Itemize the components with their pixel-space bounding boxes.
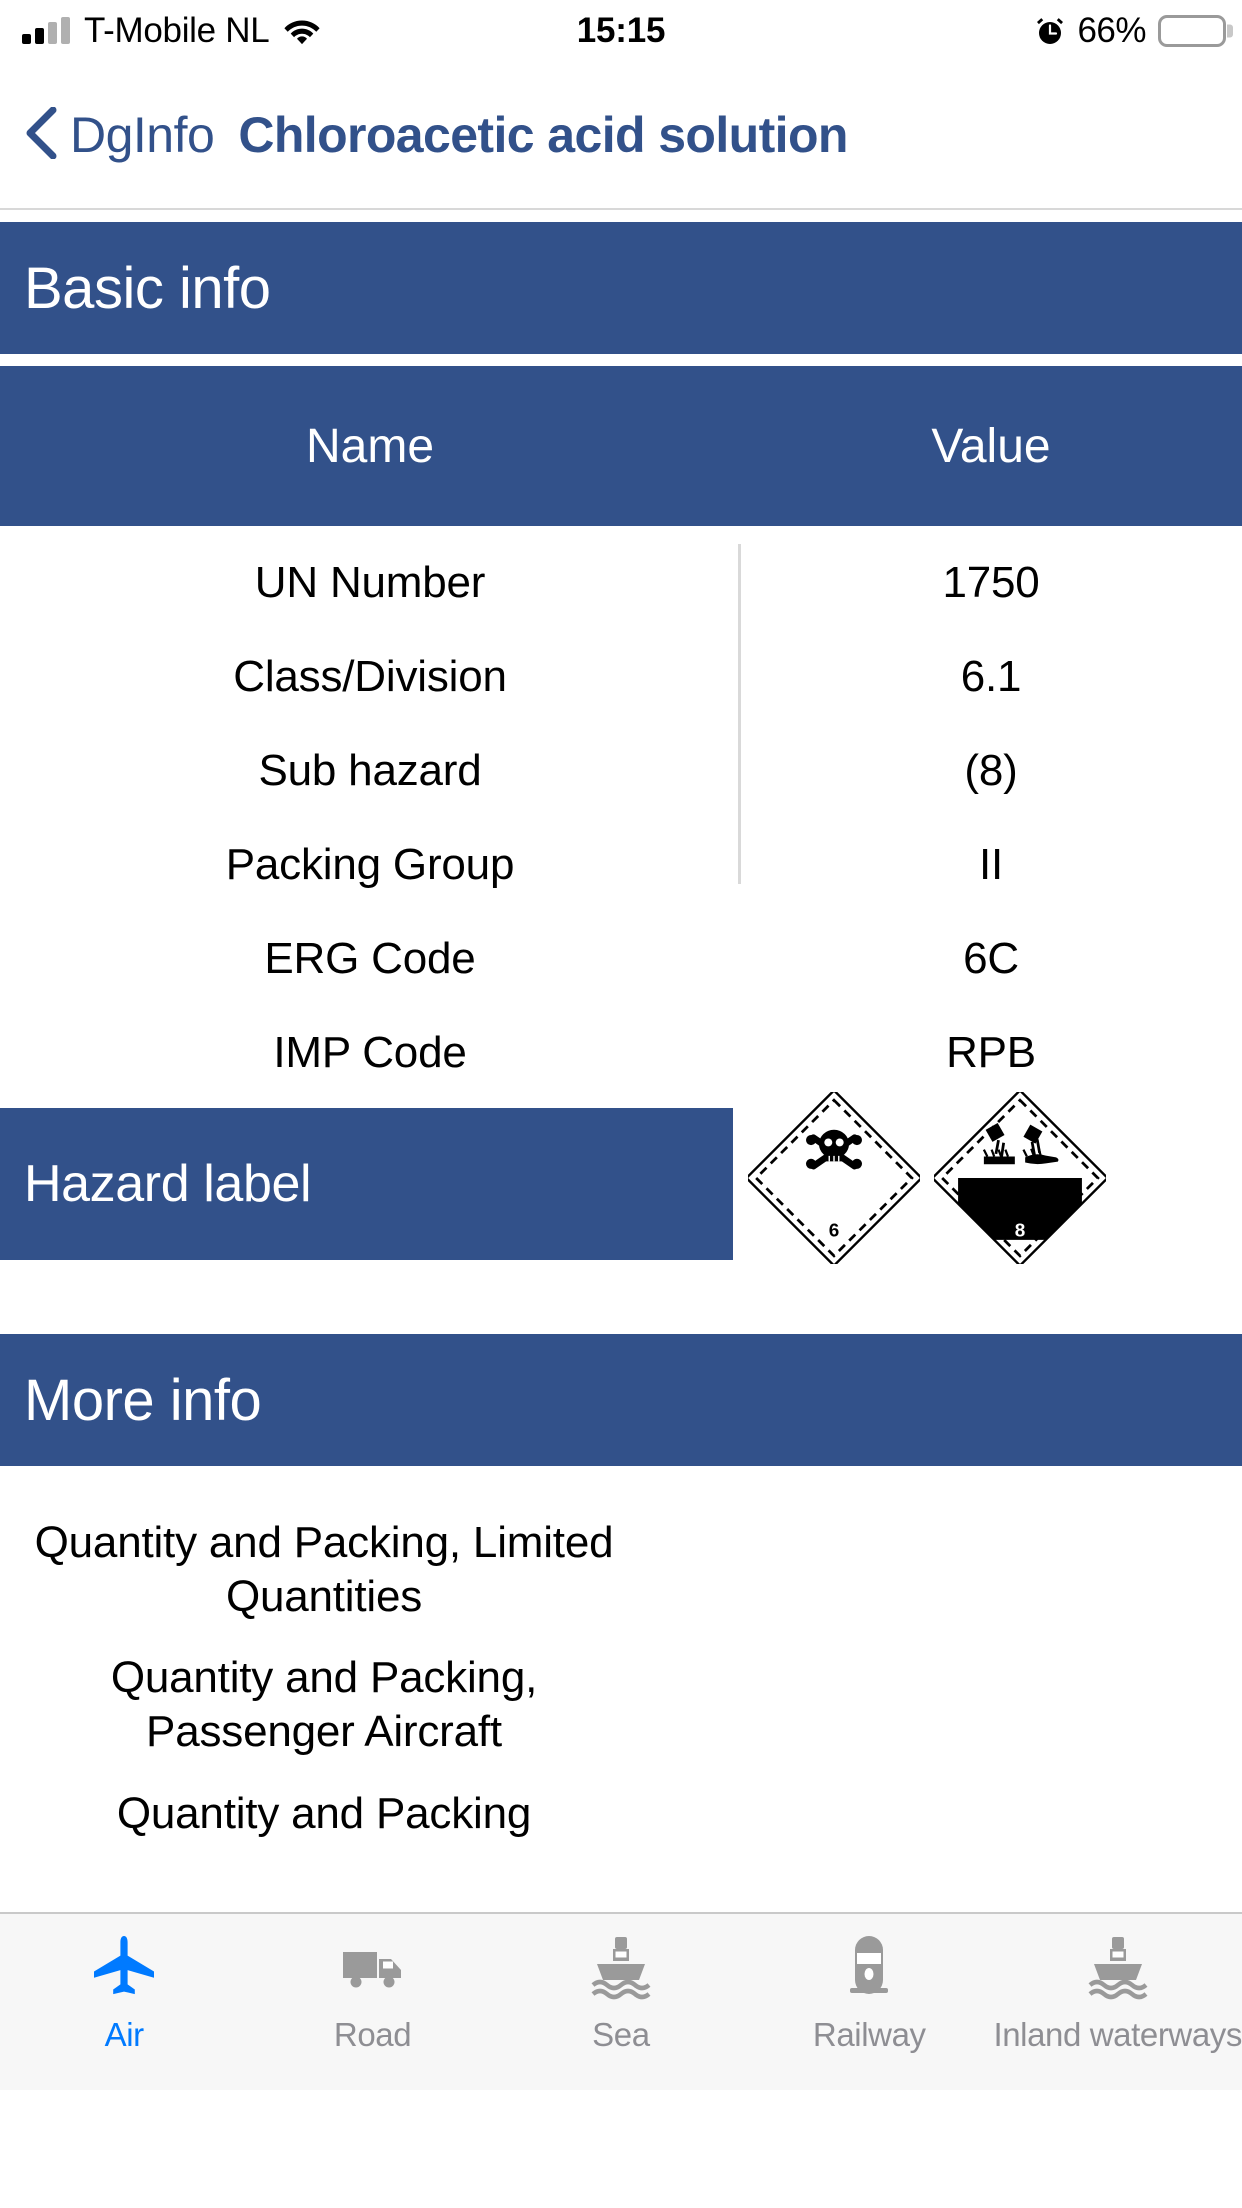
hazard-placard-group: 6 8: [748, 1092, 1106, 1264]
status-bar: T-Mobile NL 15:15 66%: [0, 0, 1242, 62]
table-row[interactable]: Class/Division 6.1: [0, 630, 1242, 724]
list-item[interactable]: Quantity and Packing, Passenger Aircraft: [24, 1637, 624, 1772]
table-row[interactable]: ERG Code 6C: [0, 912, 1242, 1006]
row-value: 6C: [963, 934, 1019, 983]
toxic-placard-icon: 6: [748, 1092, 920, 1264]
battery-icon: [1158, 15, 1233, 47]
tab-label-inland-waterways: Inland waterways: [993, 2016, 1242, 2053]
page-title: Chloroacetic acid solution: [238, 107, 848, 163]
column-divider: [738, 544, 741, 884]
tab-item-inland-waterways[interactable]: Inland waterways: [993, 1932, 1242, 2054]
spacer-top: [0, 210, 1242, 222]
table-header: Name Value: [0, 366, 1242, 526]
list-item[interactable]: Quantity and Packing: [24, 1773, 624, 1855]
barge-icon: [1082, 1932, 1154, 2004]
row-name: ERG Code: [264, 934, 476, 983]
hazard-label-row[interactable]: Hazard label 6 8: [0, 1092, 1242, 1264]
tab-item-road[interactable]: Road: [248, 1932, 496, 2054]
back-button-label[interactable]: DgInfo: [70, 106, 215, 164]
row-value: 6.1: [960, 652, 1022, 701]
tab-item-sea[interactable]: Sea: [497, 1932, 745, 2054]
section-header-basic-info: Basic info: [0, 222, 1242, 354]
ship-icon: [585, 1932, 657, 2004]
tab-item-railway[interactable]: Railway: [745, 1932, 993, 2054]
row-value: 1750: [942, 558, 1040, 607]
status-bar-right: 66%: [1035, 0, 1233, 62]
table-row[interactable]: IMP Code RPB: [0, 1006, 1242, 1100]
tab-item-air[interactable]: Air: [0, 1932, 248, 2054]
table-row[interactable]: UN Number 1750: [0, 536, 1242, 630]
tab-label-sea: Sea: [592, 2016, 650, 2053]
battery-percent-label: 66%: [1077, 11, 1146, 50]
spacer-below-basic-info-banner: [0, 354, 1242, 366]
row-name: UN Number: [254, 558, 486, 607]
row-name: Sub hazard: [258, 746, 482, 795]
airplane-icon: [88, 1932, 160, 2004]
row-value: RPB: [946, 1028, 1036, 1077]
table-body: UN Number 1750 Class/Division 6.1 Sub ha…: [0, 526, 1242, 1100]
tab-label-railway: Railway: [812, 2016, 926, 2053]
tab-label-air: Air: [104, 2016, 145, 2053]
row-name: Packing Group: [225, 840, 515, 889]
tab-label-road: Road: [333, 2016, 412, 2053]
column-header-name: Name: [305, 419, 435, 473]
row-value: II: [978, 840, 1004, 889]
spacer-between-sections: [0, 1260, 1242, 1334]
row-value: (8): [964, 746, 1018, 795]
table-row[interactable]: Sub hazard (8): [0, 724, 1242, 818]
placard-class-number: 6: [829, 1220, 840, 1241]
hazard-label-banner: Hazard label: [0, 1108, 733, 1260]
tab-bar: Air Road Sea Railway Inland waterways: [0, 1912, 1242, 2090]
hazard-label-title: Hazard label: [24, 1155, 312, 1213]
table-row[interactable]: Packing Group II: [0, 818, 1242, 912]
train-icon: [833, 1932, 905, 2004]
row-name: Class/Division: [233, 652, 507, 701]
list-item[interactable]: Quantity and Packing, Limited Quantities: [24, 1502, 624, 1637]
corrosive-placard-icon: 8: [934, 1092, 1106, 1264]
section-title-more-info: More info: [24, 1367, 262, 1433]
section-title-basic-info: Basic info: [24, 255, 271, 321]
row-name: IMP Code: [273, 1028, 467, 1077]
more-info-list: Quantity and Packing, Limited Quantities…: [0, 1466, 1242, 1855]
content-scroll-area[interactable]: Basic info Name Value UN Number 1750 Cla…: [0, 210, 1242, 2090]
truck-icon: [337, 1932, 409, 2004]
column-header-value: Value: [931, 419, 1051, 473]
placard-class-number: 8: [1015, 1220, 1026, 1241]
section-header-more-info: More info: [0, 1334, 1242, 1466]
alarm-clock-icon: [1035, 16, 1065, 46]
chevron-left-icon[interactable]: [24, 106, 70, 164]
status-bar-clock: 15:15: [576, 11, 666, 50]
navigation-bar: DgInfo Chloroacetic acid solution: [0, 62, 1242, 210]
